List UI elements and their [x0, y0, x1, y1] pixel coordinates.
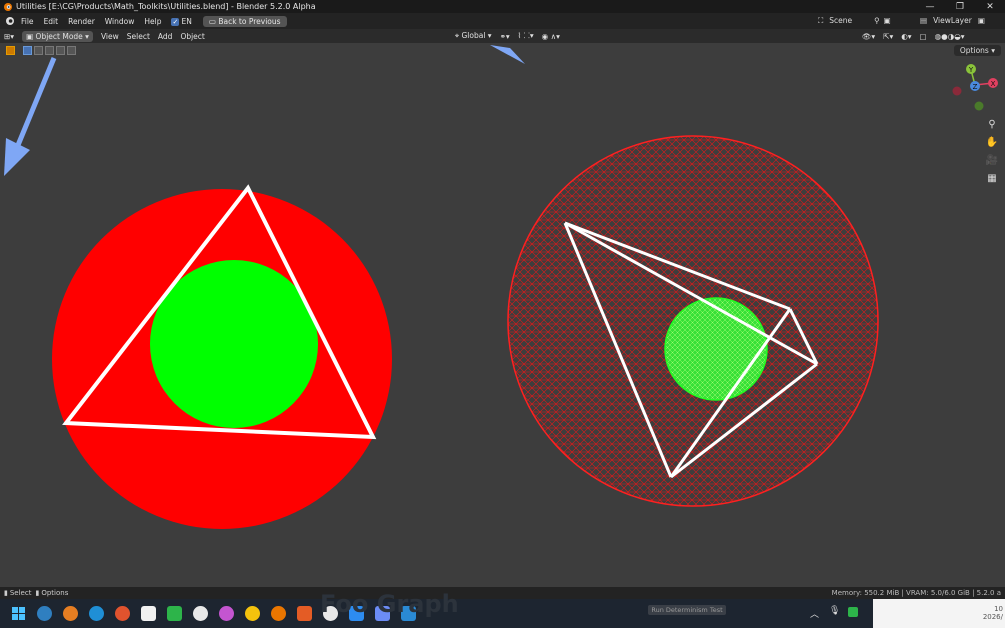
navigation-gizmo[interactable]: Y Z X	[952, 64, 999, 111]
mode-icon: ▣	[26, 31, 36, 41]
viewport-header: ⊞▾ ▣ Object Mode ▾ View Select Add Objec…	[0, 29, 1005, 43]
annotation-arrow-top	[490, 45, 525, 64]
new-viewlayer-icon[interactable]: ▣	[978, 16, 985, 25]
system-tray-area: 10 2026/	[873, 599, 1005, 628]
status-bar: ▮ Select ▮ Options Memory: 550.2 MiB | V…	[0, 587, 1005, 599]
edge-icon[interactable]	[89, 606, 104, 621]
menu-add[interactable]: Add	[158, 32, 173, 41]
search-icon[interactable]	[37, 606, 52, 621]
status-select-label: Select	[9, 589, 32, 597]
pin-icon[interactable]: ⚲	[874, 16, 880, 25]
tray-mic-icon[interactable]: 🎙	[829, 606, 840, 616]
gizmo-y-label: Y	[968, 66, 974, 74]
pan-hand-icon[interactable]: ✋	[984, 134, 1000, 150]
lang-label: EN	[181, 16, 192, 26]
cat-app-icon[interactable]	[219, 606, 234, 621]
blender-logo-icon	[4, 2, 12, 11]
run-determinism-test-button[interactable]: Run Determinism Test	[648, 605, 726, 615]
gizmo-x-label: X	[991, 80, 996, 88]
windows-start-icon[interactable]	[11, 606, 26, 621]
blender-menu-icon[interactable]	[4, 16, 16, 26]
lang-toggle[interactable]: ✓ EN	[171, 16, 192, 26]
viewlayer-icon: ▤	[920, 16, 928, 25]
tray-chevron-icon[interactable]: ︿	[810, 607, 819, 620]
annotation-arrow-left	[4, 57, 57, 176]
mouse-left-icon: ▮	[4, 589, 8, 597]
houdini-icon[interactable]	[297, 606, 312, 621]
finder-icon[interactable]	[63, 606, 78, 621]
viewport-nav-icons: ⚲ ✋ 🎥 ▦	[984, 116, 1000, 188]
wechat-icon[interactable]	[167, 606, 182, 621]
green-wireframe-sphere[interactable]	[664, 297, 768, 401]
maximize-button[interactable]: ❐	[945, 0, 975, 13]
tray-wechat-icon[interactable]	[848, 607, 858, 617]
back-label: Back to Previous	[218, 16, 281, 26]
overlay-toggle-icon[interactable]: ◐▾	[901, 32, 911, 41]
viewlayer-label: ViewLayer	[933, 16, 972, 25]
window-title: Utilities [E:\CG\Products\Math_Toolkits\…	[16, 2, 316, 11]
menu-view[interactable]: View	[101, 32, 119, 41]
pivot-icon[interactable]: ⚭▾	[500, 32, 510, 41]
chrome-icon[interactable]	[115, 606, 130, 621]
mode-dropdown[interactable]: ▣ Object Mode ▾	[22, 30, 93, 42]
clock[interactable]: 10 2026/	[983, 605, 1003, 621]
scene-label: Scene	[829, 16, 853, 25]
back-to-previous-button[interactable]: ▭ Back to Previous	[202, 15, 287, 27]
zoom-icon[interactable]: ⚲	[984, 116, 1000, 132]
editor-type-icon[interactable]: ⊞▾	[4, 32, 14, 41]
status-options-label: Options	[41, 589, 69, 597]
app-icon[interactable]	[193, 606, 208, 621]
transform-orientation-dropdown[interactable]: ⌖ Global ▾	[455, 31, 492, 41]
proportional-edit-icon[interactable]: ◉ ∧▾	[542, 32, 560, 41]
viewport-canvas[interactable]: Y Z X	[0, 43, 1005, 587]
menu-render[interactable]: Render	[68, 17, 95, 26]
gizmo-toggle-icon[interactable]: ⇱▾	[883, 32, 893, 41]
menu-help[interactable]: Help	[144, 17, 161, 26]
visibility-icon[interactable]: 👁▾	[862, 32, 875, 41]
viewlayer-selector[interactable]: ▤ ViewLayer ▣	[920, 14, 985, 27]
chick-app-icon[interactable]	[245, 606, 260, 621]
camera-icon[interactable]: 🎥	[984, 152, 1000, 168]
qq-icon[interactable]	[141, 606, 156, 621]
back-icon: ▭	[208, 16, 219, 26]
gizmo-z-label: Z	[973, 83, 978, 91]
xray-icon[interactable]: ▢	[920, 32, 927, 41]
minimize-button[interactable]: —	[915, 0, 945, 13]
grid-icon[interactable]: ▦	[984, 170, 1000, 186]
orientation-label: Global	[461, 31, 486, 40]
menu-select[interactable]: Select	[127, 32, 150, 41]
title-bar: Utilities [E:\CG\Products\Math_Toolkits\…	[0, 0, 1005, 13]
snap-icon[interactable]: ⌇ ⸬▾	[518, 31, 534, 41]
menu-window[interactable]: Window	[105, 17, 135, 26]
blender-taskbar-icon[interactable]	[271, 606, 286, 621]
scene-selector[interactable]: ⛶ Scene ⚲ ▣	[818, 14, 891, 27]
memory-readout: Memory: 550.2 MiB | VRAM: 5.0/6.0 GiB | …	[831, 589, 1001, 597]
menu-object[interactable]: Object	[180, 32, 204, 41]
scene-icon: ⛶	[818, 15, 824, 25]
menu-file[interactable]: File	[21, 17, 34, 26]
new-scene-icon[interactable]: ▣	[884, 16, 891, 25]
menu-edit[interactable]: Edit	[44, 17, 59, 26]
shading-mode-icons[interactable]: ◍●◑◒▾	[935, 32, 965, 41]
mouse-right-icon: ▮	[35, 589, 40, 597]
mode-label: Object Mode	[35, 31, 83, 41]
checkbox-icon: ✓	[171, 17, 180, 26]
close-button[interactable]: ✕	[975, 0, 1005, 13]
background-ghost-text: Foo Graph	[320, 590, 459, 618]
clock-time: 10	[994, 605, 1003, 613]
window-controls: — ❐ ✕	[915, 0, 1005, 13]
clock-date: 2026/	[982, 613, 1003, 621]
